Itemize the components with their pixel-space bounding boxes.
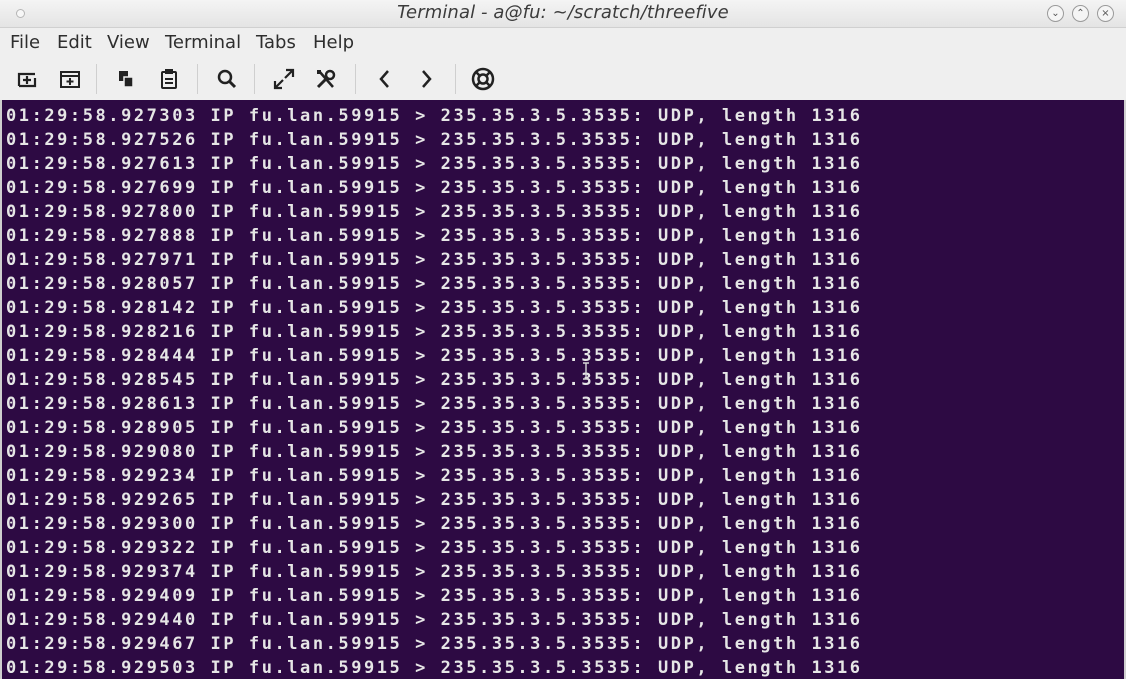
terminal-lines: 01:29:58.927303 IP fu.lan.59915 > 235.35…: [6, 104, 863, 679]
toolbar-separator: [455, 64, 456, 94]
window-title: Terminal - a@fu: ~/scratch/threefive: [397, 2, 729, 23]
menu-terminal[interactable]: Terminal: [165, 32, 241, 53]
text-cursor-icon: [583, 362, 589, 380]
terminal-line: 01:29:58.929234 IP fu.lan.59915 > 235.35…: [6, 466, 863, 486]
fullscreen-icon: [273, 68, 295, 90]
new-window-icon: [60, 71, 80, 88]
search-button[interactable]: [212, 64, 242, 94]
title-bar[interactable]: Terminal - a@fu: ~/scratch/threefive ⌄ ⌃…: [0, 0, 1126, 28]
new-window-button[interactable]: [55, 64, 85, 94]
paste-button[interactable]: [154, 64, 184, 94]
next-tab-button[interactable]: [411, 64, 441, 94]
copy-button[interactable]: [111, 64, 141, 94]
terminal-line: 01:29:58.929409 IP fu.lan.59915 > 235.35…: [6, 586, 863, 606]
terminal-line: 01:29:58.929374 IP fu.lan.59915 > 235.35…: [6, 562, 863, 582]
menu-file[interactable]: File: [10, 32, 40, 53]
terminal-line: 01:29:58.927613 IP fu.lan.59915 > 235.35…: [6, 154, 863, 174]
new-tab-button[interactable]: [12, 64, 42, 94]
terminal-line: 01:29:58.927526 IP fu.lan.59915 > 235.35…: [6, 130, 863, 150]
terminal-line: 01:29:58.927699 IP fu.lan.59915 > 235.35…: [6, 178, 863, 198]
toolbar-separator: [355, 64, 356, 94]
fullscreen-button[interactable]: [269, 64, 299, 94]
search-icon: [217, 69, 237, 89]
terminal-line: 01:29:58.927888 IP fu.lan.59915 > 235.35…: [6, 226, 863, 246]
terminal-line: 01:29:58.928444 IP fu.lan.59915 > 235.35…: [6, 346, 863, 366]
terminal-line: 01:29:58.929300 IP fu.lan.59915 > 235.35…: [6, 514, 863, 534]
terminal-line: 01:29:58.929322 IP fu.lan.59915 > 235.35…: [6, 538, 863, 558]
menu-bar: File Edit View Terminal Tabs Help: [0, 28, 1126, 57]
preferences-icon: [316, 69, 336, 89]
menu-help[interactable]: Help: [313, 32, 354, 53]
menu-tabs[interactable]: Tabs: [256, 32, 296, 53]
terminal-line: 01:29:58.928057 IP fu.lan.59915 > 235.35…: [6, 274, 863, 294]
toolbar: [0, 58, 1126, 100]
terminal-line: 01:29:58.927971 IP fu.lan.59915 > 235.35…: [6, 250, 863, 270]
terminal-line: 01:29:58.928905 IP fu.lan.59915 > 235.35…: [6, 418, 863, 438]
new-tab-icon: [17, 72, 37, 88]
terminal-line: 01:29:58.928613 IP fu.lan.59915 > 235.35…: [6, 394, 863, 414]
terminal-line: 01:29:58.929265 IP fu.lan.59915 > 235.35…: [6, 490, 863, 510]
menu-edit[interactable]: Edit: [57, 32, 92, 53]
help-icon: [471, 67, 495, 91]
toolbar-separator: [197, 64, 198, 94]
terminal-line: 01:29:58.927800 IP fu.lan.59915 > 235.35…: [6, 202, 863, 222]
paste-icon: [161, 69, 177, 89]
help-button[interactable]: [468, 64, 498, 94]
toolbar-separator: [254, 64, 255, 94]
next-tab-icon: [422, 70, 432, 88]
terminal-line: 01:29:58.927303 IP fu.lan.59915 > 235.35…: [6, 106, 863, 126]
maximize-button[interactable]: ⌃: [1072, 5, 1089, 22]
preferences-button[interactable]: [311, 64, 341, 94]
terminal-output[interactable]: 01:29:58.927303 IP fu.lan.59915 > 235.35…: [0, 100, 1126, 679]
copy-icon: [119, 71, 134, 88]
previous-tab-icon: [379, 70, 389, 88]
terminal-line: 01:29:58.929467 IP fu.lan.59915 > 235.35…: [6, 634, 863, 654]
minimize-button[interactable]: ⌄: [1047, 5, 1064, 22]
terminal-line: 01:29:58.928216 IP fu.lan.59915 > 235.35…: [6, 322, 863, 342]
terminal-line: 01:29:58.928545 IP fu.lan.59915 > 235.35…: [6, 370, 863, 390]
terminal-line: 01:29:58.928142 IP fu.lan.59915 > 235.35…: [6, 298, 863, 318]
close-button[interactable]: ×: [1097, 5, 1114, 22]
toolbar-separator: [96, 64, 97, 94]
terminal-window: Terminal - a@fu: ~/scratch/threefive ⌄ ⌃…: [0, 0, 1126, 679]
terminal-line: 01:29:58.929080 IP fu.lan.59915 > 235.35…: [6, 442, 863, 462]
previous-tab-button[interactable]: [370, 64, 400, 94]
terminal-line: 01:29:58.929503 IP fu.lan.59915 > 235.35…: [6, 658, 863, 678]
menu-view[interactable]: View: [107, 32, 150, 53]
terminal-line: 01:29:58.929440 IP fu.lan.59915 > 235.35…: [6, 610, 863, 630]
